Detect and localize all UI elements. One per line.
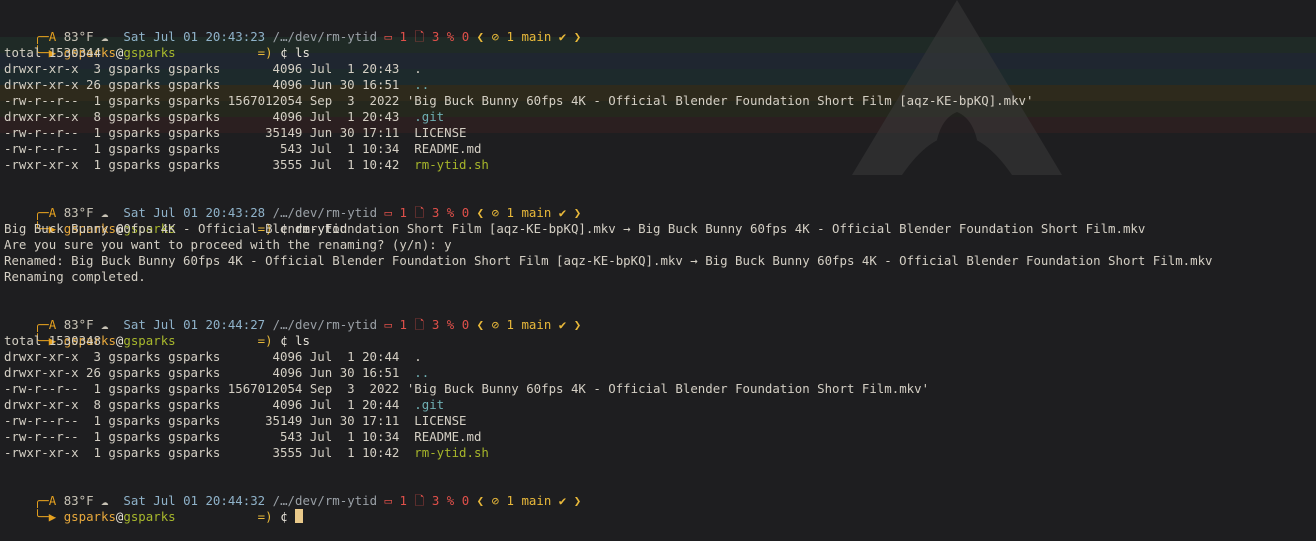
ls-row-meta: -rw-r--r-- 1 gsparks gsparks 35149 Jun 3…: [4, 125, 415, 140]
ls-row-meta: drwxr-xr-x 8 gsparks gsparks 4096 Jul 1 …: [4, 109, 415, 124]
ls-row: -rw-r--r-- 1 gsparks gsparks 543 Jul 1 1…: [4, 141, 1316, 157]
terminal-cursor[interactable]: [295, 509, 303, 523]
hostname: gsparks: [123, 509, 176, 524]
ls-row-name: 'Big Buck Bunny 60fps 4K - Official Blen…: [406, 381, 930, 396]
ls-row-meta: -rw-r--r-- 1 gsparks gsparks 543 Jul 1 1…: [4, 141, 415, 156]
ls-row-name: ..: [414, 365, 430, 380]
output-line: Renamed: Big Buck Bunny 60fps 4K - Offic…: [4, 253, 1213, 268]
ls-row-name: .git: [414, 109, 445, 124]
prompt-corner-bottom-icon: ╰─▶: [33, 509, 57, 524]
ls-row-meta: drwxr-xr-x 3 gsparks gsparks 4096 Jul 1 …: [4, 61, 415, 76]
ls-row-meta: drwxr-xr-x 26 gsparks gsparks 4096 Jun 3…: [4, 77, 415, 92]
ls-row: drwxr-xr-x 3 gsparks gsparks 4096 Jul 1 …: [4, 61, 1316, 77]
ls-row: drwxr-xr-x 26 gsparks gsparks 4096 Jun 3…: [4, 365, 1316, 381]
ls-row-meta: -rw-r--r-- 1 gsparks gsparks 543 Jul 1 1…: [4, 429, 415, 444]
ls-total: total 1530344: [4, 45, 101, 60]
ls-row: -rw-r--r-- 1 gsparks gsparks 35149 Jun 3…: [4, 413, 1316, 429]
ls-row: -rw-r--r-- 1 gsparks gsparks 35149 Jun 3…: [4, 125, 1316, 141]
ls-row-meta: -rw-r--r-- 1 gsparks gsparks 35149 Jun 3…: [4, 413, 415, 428]
ls-row-meta: -rw-r--r-- 1 gsparks gsparks 1567012054 …: [4, 381, 407, 396]
output-line: Renaming completed.: [4, 269, 146, 284]
ls-row: -rwxr-xr-x 1 gsparks gsparks 3555 Jul 1 …: [4, 157, 1316, 173]
prompt-eq: =): [257, 509, 273, 524]
ls-row: -rw-r--r-- 1 gsparks gsparks 1567012054 …: [4, 381, 1316, 397]
ls-row: drwxr-xr-x 3 gsparks gsparks 4096 Jul 1 …: [4, 349, 1316, 365]
ls-total: total 1530348: [4, 333, 101, 348]
ls-row-meta: drwxr-xr-x 8 gsparks gsparks 4096 Jul 1 …: [4, 397, 415, 412]
ls-row-meta: -rwxr-xr-x 1 gsparks gsparks 3555 Jul 1 …: [4, 157, 415, 172]
output-line: Are you sure you want to proceed with th…: [4, 237, 452, 252]
ls-row-name: LICENSE: [414, 413, 467, 428]
ls-row: -rw-r--r-- 1 gsparks gsparks 1567012054 …: [4, 93, 1316, 109]
prompt-padding: [176, 509, 258, 524]
ls-row-name: README.md: [414, 429, 482, 444]
prompt-bottom-line: ╰─▶ gsparks@gsparks =) ¢ ls: [4, 317, 1316, 348]
ls-row-name: ..: [414, 77, 430, 92]
prompt-top-line: ╭─A 83°F ☁ Sat Jul 01 20:43:28 /…/dev/rm…: [4, 189, 1316, 220]
ls-row-name: 'Big Buck Bunny 60fps 4K - Official Blen…: [406, 93, 1034, 108]
ls-row-name: rm-ytid.sh: [414, 157, 489, 172]
terminal-output: ╭─A 83°F ☁ Sat Jul 01 20:43:23 /…/dev/rm…: [4, 13, 1316, 524]
prompt-top-line: ╭─A 83°F ☁ Sat Jul 01 20:44:32 /…/dev/rm…: [4, 477, 1316, 508]
prompt-bottom-line: ╰─▶ gsparks@gsparks =) ¢ ls: [4, 29, 1316, 60]
prompt-top-line: ╭─A 83°F ☁ Sat Jul 01 20:43:23 /…/dev/rm…: [4, 13, 1316, 44]
output-line: Big Buck Bunny 60fps 4K - Official Blend…: [4, 221, 1146, 236]
ls-row: drwxr-xr-x 8 gsparks gsparks 4096 Jul 1 …: [4, 397, 1316, 413]
ls-row-meta: -rw-r--r-- 1 gsparks gsparks 1567012054 …: [4, 93, 407, 108]
ls-row-meta: drwxr-xr-x 3 gsparks gsparks 4096 Jul 1 …: [4, 349, 415, 364]
username: gsparks: [63, 509, 116, 524]
ls-row-name: README.md: [414, 141, 482, 156]
ls-row-name: .: [414, 61, 422, 76]
prompt-bottom-line: ╰─▶ gsparks@gsparks =) ¢: [4, 493, 1316, 524]
ls-row: -rwxr-xr-x 1 gsparks gsparks 3555 Jul 1 …: [4, 445, 1316, 461]
ls-row-name: .: [414, 349, 422, 364]
ls-row-meta: -rwxr-xr-x 1 gsparks gsparks 3555 Jul 1 …: [4, 445, 415, 460]
ls-row-meta: drwxr-xr-x 26 gsparks gsparks 4096 Jun 3…: [4, 365, 415, 380]
prompt-bottom-line: ╰─▶ gsparks@gsparks =) ¢ rm-ytid: [4, 205, 1316, 236]
ls-row: drwxr-xr-x 26 gsparks gsparks 4096 Jun 3…: [4, 77, 1316, 93]
ls-row-name: rm-ytid.sh: [414, 445, 489, 460]
shell-symbol: ¢: [280, 509, 288, 524]
ls-row-name: .git: [414, 397, 445, 412]
prompt-top-line: ╭─A 83°F ☁ Sat Jul 01 20:44:27 /…/dev/rm…: [4, 301, 1316, 332]
ls-row-name: LICENSE: [414, 125, 467, 140]
ls-row: -rw-r--r-- 1 gsparks gsparks 543 Jul 1 1…: [4, 429, 1316, 445]
ls-row: drwxr-xr-x 8 gsparks gsparks 4096 Jul 1 …: [4, 109, 1316, 125]
